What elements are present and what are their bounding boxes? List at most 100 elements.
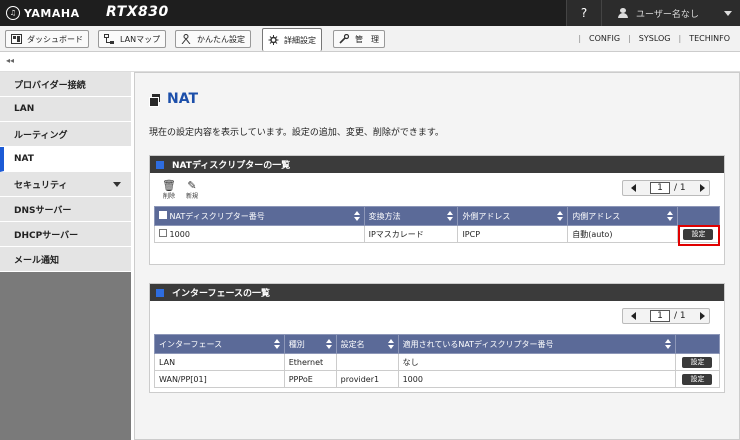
panel-marker-icon bbox=[156, 288, 164, 297]
panel-header: NATディスクリプターの一覧 bbox=[150, 156, 724, 173]
wizard-icon bbox=[181, 34, 192, 45]
tab-label: 詳細設定 bbox=[284, 35, 316, 45]
top-bar: ♫ YAMAHA RTX830 ? ユーザー名なし bbox=[0, 0, 740, 26]
pager: 1 / 1 bbox=[622, 308, 710, 324]
cell-interface: WAN/PP[01] bbox=[154, 370, 285, 388]
config-link[interactable]: CONFIG bbox=[585, 34, 624, 43]
col-action bbox=[674, 334, 721, 354]
table-row: WAN/PP[01] PPPoE provider1 1000 設定 bbox=[154, 370, 721, 388]
page-icon bbox=[149, 93, 160, 107]
cell-interface: LAN bbox=[154, 353, 285, 371]
sidebar-item-lan[interactable]: LAN bbox=[0, 97, 131, 122]
sidebar-item-mail[interactable]: メール通知 bbox=[0, 247, 131, 272]
cell-inner-address: 自動(auto) bbox=[567, 225, 678, 243]
sort-icon bbox=[666, 211, 673, 222]
brand-name: YAMAHA bbox=[24, 6, 80, 20]
tab-dashboard[interactable]: ダッシュボード bbox=[5, 30, 89, 48]
cell-method: IPマスカレード bbox=[363, 225, 459, 243]
tab-easy-setup[interactable]: かんたん設定 bbox=[175, 30, 251, 48]
sidebar-item-provider[interactable]: プロバイダー接続 bbox=[0, 72, 131, 97]
cell-outer-address: IPCP bbox=[457, 225, 569, 243]
next-page-button[interactable] bbox=[699, 184, 705, 192]
user-name: ユーザー名なし bbox=[636, 9, 699, 20]
settings-button[interactable]: 設定 bbox=[682, 356, 713, 368]
yamaha-logo-icon: ♫ bbox=[6, 6, 20, 20]
page-title: NAT bbox=[149, 91, 198, 107]
wrench-icon bbox=[339, 33, 350, 44]
chevron-down-icon bbox=[113, 182, 121, 187]
sort-icon bbox=[273, 339, 280, 350]
cell-applied-nat: なし bbox=[397, 353, 676, 371]
brand: ♫ YAMAHA bbox=[0, 0, 80, 26]
prev-page-button[interactable] bbox=[631, 184, 636, 192]
new-button[interactable]: ✎ 新規 bbox=[186, 180, 198, 200]
cell-action: 設定 bbox=[674, 353, 721, 371]
sort-icon bbox=[557, 211, 564, 222]
delete-button[interactable]: 🗑 削除 bbox=[162, 180, 176, 200]
model-name: RTX830 bbox=[106, 4, 169, 20]
row-checkbox[interactable] bbox=[159, 229, 167, 237]
main-content: NAT 現在の設定内容を表示しています。設定の追加、変更、削除ができます。 NA… bbox=[134, 72, 740, 440]
tab-advanced-settings[interactable]: 詳細設定 bbox=[262, 28, 322, 51]
tab-label: かんたん設定 bbox=[197, 34, 245, 44]
sidebar-item-security[interactable]: セキュリティ bbox=[0, 172, 131, 197]
col-outer-address[interactable]: 外側アドレス bbox=[457, 206, 569, 226]
help-button[interactable]: ? bbox=[566, 0, 602, 26]
tab-label: 管 理 bbox=[355, 34, 379, 44]
page-total: / 1 bbox=[674, 183, 686, 193]
sidebar-item-nat[interactable]: NAT bbox=[0, 147, 131, 172]
col-method[interactable]: 変換方法 bbox=[363, 206, 459, 226]
dashboard-icon bbox=[11, 34, 22, 44]
next-page-button[interactable] bbox=[699, 312, 705, 320]
sidebar-item-dhcp[interactable]: DHCPサーバー bbox=[0, 222, 131, 247]
trash-icon: 🗑 bbox=[162, 179, 176, 192]
sort-icon bbox=[664, 339, 671, 350]
cell-setting-name bbox=[335, 353, 399, 371]
header-links: | CONFIG | SYSLOG | TECHINFO bbox=[574, 34, 734, 43]
panel-header: インターフェースの一覧 bbox=[150, 284, 724, 301]
pager: 1 / 1 bbox=[622, 180, 710, 196]
col-inner-address[interactable]: 内側アドレス bbox=[567, 206, 678, 226]
interface-table: インターフェース 種別 設定名 適用されているNATディスクリプター番号 LAN… bbox=[154, 334, 721, 388]
page-input[interactable]: 1 bbox=[650, 182, 670, 194]
syslog-link[interactable]: SYSLOG bbox=[635, 34, 675, 43]
col-applied-nat[interactable]: 適用されているNATディスクリプター番号 bbox=[397, 334, 676, 354]
prev-page-button[interactable] bbox=[631, 312, 636, 320]
highlight-frame bbox=[678, 225, 720, 246]
sort-icon bbox=[447, 211, 454, 222]
page-input[interactable]: 1 bbox=[650, 310, 670, 322]
sort-icon bbox=[325, 339, 332, 350]
page-total: / 1 bbox=[674, 311, 686, 321]
techinfo-link[interactable]: TECHINFO bbox=[685, 34, 734, 43]
user-icon bbox=[618, 8, 628, 18]
col-action bbox=[676, 206, 721, 226]
cell-type: Ethernet bbox=[283, 353, 337, 371]
new-entry-icon: ✎ bbox=[187, 179, 197, 192]
collapse-sidebar-icon[interactable]: ◂◂ bbox=[6, 56, 14, 65]
col-type[interactable]: 種別 bbox=[283, 334, 337, 354]
tab-label: ダッシュボード bbox=[27, 34, 83, 44]
cell-type: PPPoE bbox=[283, 370, 337, 388]
sort-icon bbox=[353, 211, 360, 222]
cell-nat-number: 1000 bbox=[154, 225, 365, 243]
table-header-row: NATディスクリプター番号 変換方法 外側アドレス 内側アドレス bbox=[154, 206, 721, 226]
col-setting-name[interactable]: 設定名 bbox=[335, 334, 399, 354]
col-interface[interactable]: インターフェース bbox=[154, 334, 285, 354]
tab-lan-map[interactable]: LANマップ bbox=[98, 30, 167, 48]
chevron-down-icon bbox=[724, 11, 732, 16]
table-row: LAN Ethernet なし 設定 bbox=[154, 353, 721, 371]
user-menu[interactable]: ユーザー名なし bbox=[602, 0, 740, 26]
sidebar-item-routing[interactable]: ルーティング bbox=[0, 122, 131, 147]
cell-applied-nat: 1000 bbox=[397, 370, 676, 388]
gear-icon bbox=[268, 35, 279, 45]
cell-setting-name: provider1 bbox=[335, 370, 399, 388]
sidebar-item-dns[interactable]: DNSサーバー bbox=[0, 197, 131, 222]
collapse-row: ◂◂ bbox=[0, 52, 740, 72]
settings-button[interactable]: 設定 bbox=[682, 373, 713, 385]
sidebar: プロバイダー接続 LAN ルーティング NAT セキュリティ DNSサーバー D… bbox=[0, 72, 131, 440]
nav-bar: ダッシュボード LANマップ かんたん設定 詳細設定 管 理 | CONFIG … bbox=[0, 26, 740, 52]
tab-management[interactable]: 管 理 bbox=[333, 30, 385, 48]
select-all-checkbox[interactable] bbox=[159, 210, 167, 219]
col-nat-number[interactable]: NATディスクリプター番号 bbox=[154, 206, 365, 226]
tab-label: LANマップ bbox=[120, 34, 161, 44]
